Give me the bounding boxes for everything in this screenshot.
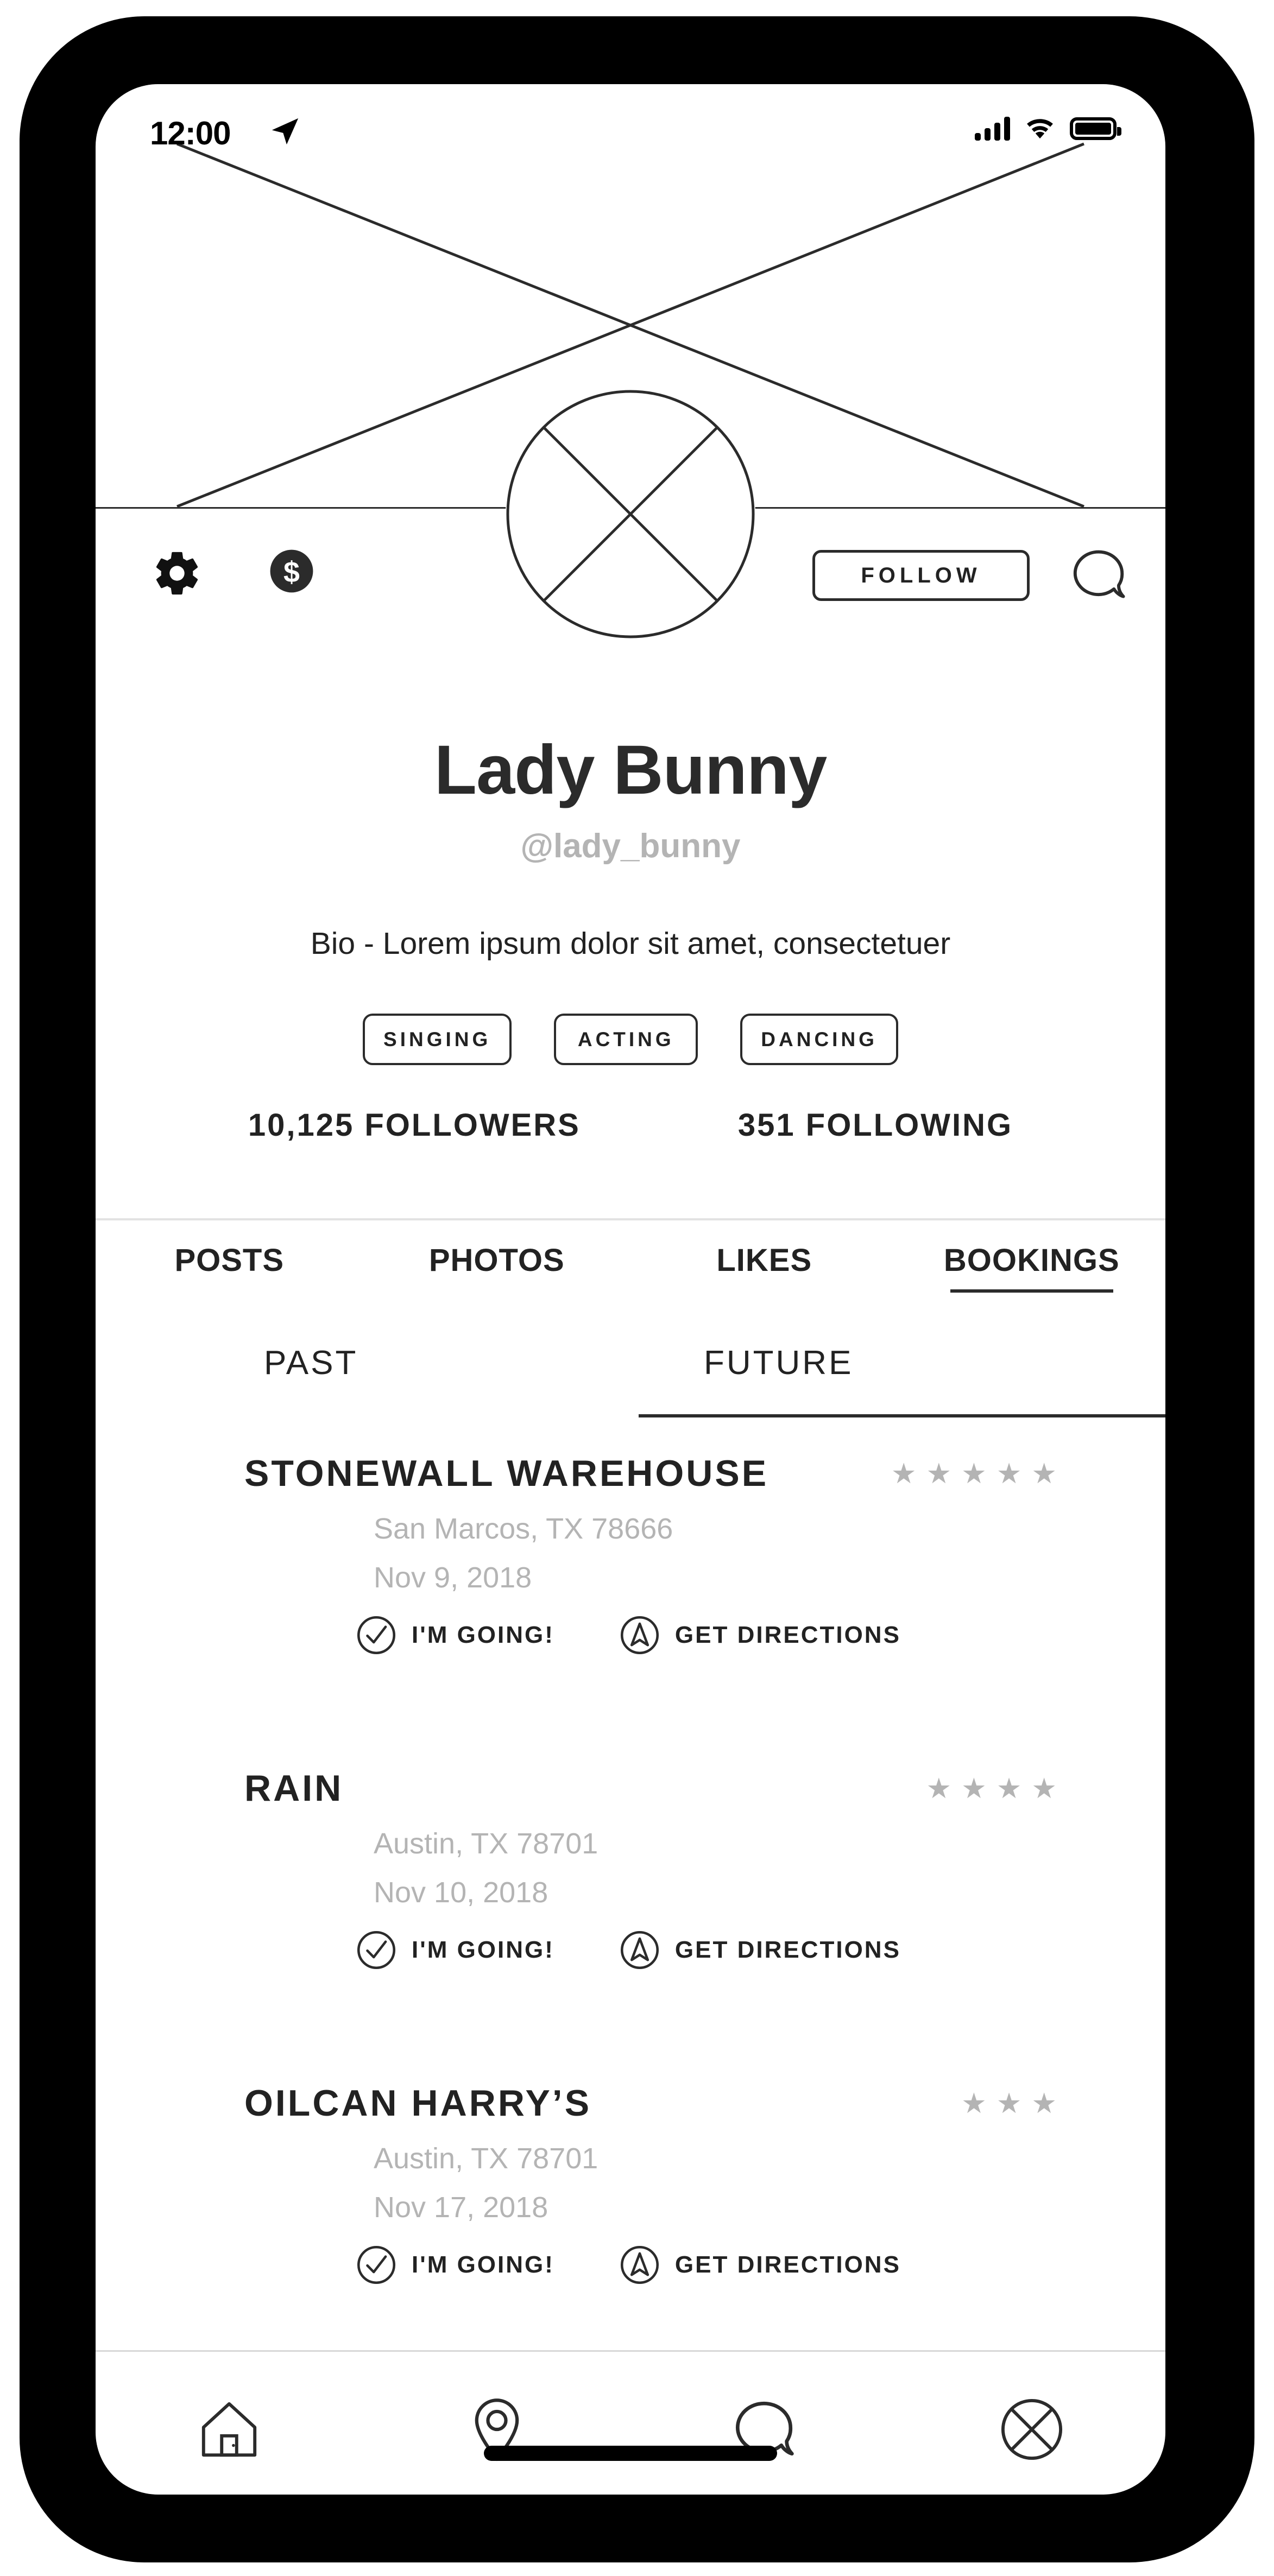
subtab-past[interactable]: PAST (264, 1344, 358, 1382)
star-icon: ★ (961, 2088, 987, 2119)
im-going-button[interactable]: I'M GOING! (356, 1615, 554, 1655)
navigation-arrow-circle-icon (620, 1616, 659, 1655)
rating-stars: ★ ★ ★ ★ ★ (891, 1460, 1057, 1488)
tag-singing[interactable]: SINGING (363, 1014, 512, 1065)
bottom-nav-separator (96, 2350, 1165, 2352)
booking-venue: OILCAN HARRY’S (244, 2083, 592, 2124)
get-directions-label: GET DIRECTIONS (674, 1622, 901, 1648)
booking-row[interactable]: STONEWALL WAREHOUSE ★ ★ ★ ★ ★ San Marcos… (96, 1452, 1165, 1767)
battery-full-icon (1070, 117, 1121, 140)
star-icon: ★ (926, 1458, 952, 1490)
star-icon: ★ (1031, 2088, 1057, 2119)
booking-date: Nov 9, 2018 (374, 1561, 532, 1594)
im-going-label: I'M GOING! (412, 1622, 554, 1648)
tag-acting[interactable]: ACTING (554, 1014, 698, 1065)
get-directions-button[interactable]: GET DIRECTIONS (620, 1930, 901, 1970)
star-icon: ★ (961, 1458, 987, 1490)
rating-stars: ★ ★ ★ ★ (926, 1775, 1057, 1803)
booking-venue: STONEWALL WAREHOUSE (244, 1453, 769, 1494)
tabs-separator (96, 1218, 1165, 1220)
booking-actions: I'M GOING! GET DIRECTIONS (356, 1615, 901, 1655)
profile-tags: SINGING ACTING DANCING (96, 1014, 1165, 1065)
booking-row[interactable]: OILCAN HARRY’S ★ ★ ★ Austin, TX 78701 No… (96, 2082, 1165, 2397)
nav-item-home[interactable] (96, 2399, 363, 2460)
cellular-signal-icon (975, 117, 1010, 141)
star-icon: ★ (996, 1773, 1022, 1805)
location-arrow-icon (272, 118, 299, 145)
booking-venue: RAIN (244, 1768, 344, 1809)
tab-likes[interactable]: LIKES (630, 1242, 898, 1293)
message-button[interactable] (1069, 547, 1128, 606)
rating-stars: ★ ★ ★ (961, 2090, 1057, 2118)
booking-actions: I'M GOING! GET DIRECTIONS (356, 2245, 901, 2285)
im-going-label: I'M GOING! (412, 1936, 554, 1963)
notch (447, 16, 827, 66)
booking-location: San Marcos, TX 78666 (374, 1512, 673, 1545)
subtab-future[interactable]: FUTURE (704, 1344, 853, 1382)
phone-screen: 12:00 $ FOLLOW Lady Bunny @lady_bunny Bi… (96, 84, 1165, 2495)
booking-actions: I'M GOING! GET DIRECTIONS (356, 1930, 901, 1970)
page-title: Lady Bunny (434, 731, 828, 809)
booking-location: Austin, TX 78701 (374, 2142, 598, 2175)
booking-location: Austin, TX 78701 (374, 1827, 598, 1860)
booking-date: Nov 10, 2018 (374, 1876, 548, 1909)
profile-action-row: $ FOLLOW (96, 540, 1165, 611)
speech-bubble-icon (1073, 550, 1125, 598)
get-directions-label: GET DIRECTIONS (674, 1936, 901, 1963)
profile-stats: 10,125 FOLLOWERS 351 FOLLOWING (96, 1107, 1165, 1143)
follow-button[interactable]: FOLLOW (812, 550, 1030, 601)
screenshot-root: 12:00 $ FOLLOW Lady Bunny @lady_bunny Bi… (0, 0, 1274, 2576)
check-circle-icon (357, 1931, 396, 1970)
followers-count[interactable]: 10,125 FOLLOWERS (248, 1107, 581, 1143)
nav-item-profile[interactable] (898, 2397, 1166, 2461)
booking-row[interactable]: RAIN ★ ★ ★ ★ Austin, TX 78701 Nov 10, 20… (96, 1767, 1165, 2082)
get-directions-button[interactable]: GET DIRECTIONS (620, 2245, 901, 2285)
gear-icon (156, 552, 198, 595)
tab-photos[interactable]: PHOTOS (363, 1242, 631, 1293)
navigation-arrow-circle-icon (620, 1931, 659, 1970)
tab-posts[interactable]: POSTS (96, 1242, 363, 1293)
tab-bar: POSTS PHOTOS LIKES BOOKINGS (96, 1242, 1165, 1307)
bottom-nav (96, 2381, 1165, 2478)
tip-button[interactable]: $ (268, 548, 315, 597)
star-icon: ★ (1031, 1773, 1057, 1805)
star-icon: ★ (996, 1458, 1022, 1490)
tab-bookings[interactable]: BOOKINGS (898, 1242, 1166, 1293)
settings-button[interactable] (152, 548, 203, 602)
tag-dancing[interactable]: DANCING (740, 1014, 898, 1065)
profile-bio: Bio - Lorem ipsum dolor sit amet, consec… (310, 926, 951, 961)
star-icon: ★ (891, 1458, 917, 1490)
subtab-active-underline (639, 1414, 1165, 1417)
status-time: 12:00 (150, 115, 231, 151)
get-directions-label: GET DIRECTIONS (674, 2251, 901, 2278)
bookings-list: STONEWALL WAREHOUSE ★ ★ ★ ★ ★ San Marcos… (96, 1452, 1165, 2397)
svg-text:$: $ (283, 556, 300, 588)
booking-date: Nov 17, 2018 (374, 2191, 548, 2224)
im-going-label: I'M GOING! (412, 2251, 554, 2278)
get-directions-button[interactable]: GET DIRECTIONS (620, 1615, 901, 1655)
profile-handle: @lady_bunny (520, 827, 741, 865)
dollar-circle-icon: $ (270, 549, 313, 593)
home-indicator[interactable] (484, 2446, 777, 2461)
navigation-arrow-circle-icon (620, 2245, 659, 2284)
wifi-icon (1027, 119, 1053, 139)
star-icon: ★ (996, 2088, 1022, 2119)
check-circle-icon (357, 2245, 396, 2284)
status-indicators (975, 117, 1121, 141)
star-icon: ★ (1031, 1458, 1057, 1490)
im-going-button[interactable]: I'M GOING! (356, 1930, 554, 1970)
check-circle-icon (357, 1616, 396, 1655)
subtab-bar: PAST FUTURE (96, 1344, 1165, 1417)
following-count[interactable]: 351 FOLLOWING (738, 1107, 1013, 1143)
home-icon (202, 2402, 257, 2457)
phone-frame: 12:00 $ FOLLOW Lady Bunny @lady_bunny Bi… (20, 16, 1254, 2562)
profile-circle-x-icon (1001, 2398, 1062, 2460)
star-icon: ★ (961, 1773, 987, 1805)
im-going-button[interactable]: I'M GOING! (356, 2245, 554, 2285)
star-icon: ★ (926, 1773, 952, 1805)
status-bar: 12:00 (96, 84, 1165, 182)
